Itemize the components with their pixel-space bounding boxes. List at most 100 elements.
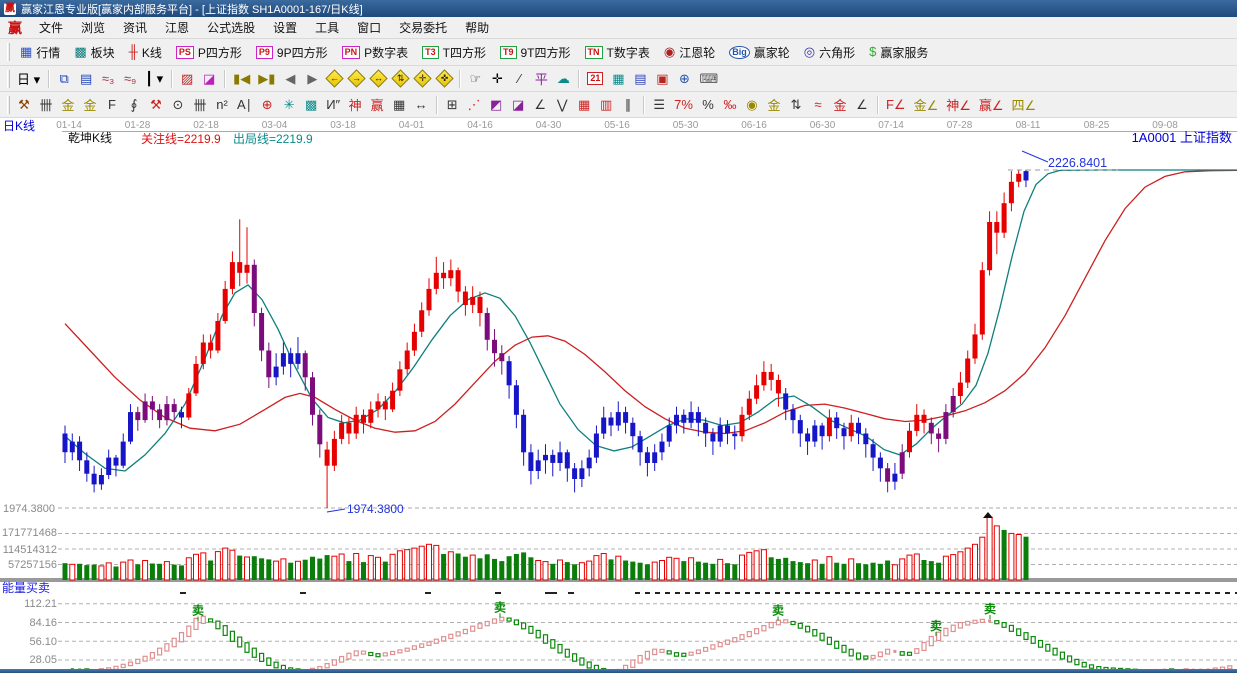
menu-item-1[interactable]: 浏览: [72, 17, 114, 38]
menu-item-2[interactable]: 资讯: [114, 17, 156, 38]
winner-wheel-button[interactable]: Big赢家轮: [722, 41, 797, 64]
red-grid-1-tool[interactable]: ▦: [573, 95, 595, 115]
menu-item-5[interactable]: 设置: [264, 17, 306, 38]
gann-box-tool[interactable]: ⊞: [441, 95, 463, 115]
f-ruler-tool[interactable]: F: [101, 95, 123, 115]
pen-updown-tool[interactable]: ⇅: [785, 95, 807, 115]
diamond-hspan-button[interactable]: ↔: [367, 69, 389, 89]
candle-style-dropdown[interactable]: ┃ ▾: [141, 69, 167, 89]
ruler-2-tool[interactable]: 卌: [189, 95, 211, 115]
info-list-icon[interactable]: ▤: [75, 69, 97, 89]
diamond-cross-button[interactable]: ✛: [411, 69, 433, 89]
sectors-button[interactable]: ▩板块: [67, 41, 121, 64]
quotes-button[interactable]: ▦行情: [13, 41, 67, 64]
price-scale-tool[interactable]: ☰: [648, 95, 670, 115]
period-day-dropdown[interactable]: 日 ▾: [13, 69, 44, 89]
fan-box-1-tool[interactable]: ◩: [485, 95, 507, 115]
angle-shen-tool[interactable]: 神∠: [942, 95, 975, 115]
nav-prev-button[interactable]: ◀: [279, 69, 301, 89]
gann-ping-tool-button[interactable]: 平: [530, 69, 552, 89]
shen-tool[interactable]: 神: [344, 95, 366, 115]
gold-circle-tool[interactable]: ◉: [741, 95, 763, 115]
menu-item-4[interactable]: 公式选股: [198, 17, 264, 38]
toolbar-grip[interactable]: [7, 70, 10, 88]
diamond-right-button[interactable]: →: [345, 69, 367, 89]
crosshair-tool-button[interactable]: ✛: [486, 69, 508, 89]
nav-first-button[interactable]: ▮◀: [229, 69, 254, 89]
diamond-expand-button[interactable]: ✜: [433, 69, 455, 89]
hexagon-button[interactable]: ◎六角形: [797, 41, 862, 64]
j-angle-tool[interactable]: ∠: [851, 95, 873, 115]
calculator-icon[interactable]: ▦: [607, 69, 629, 89]
red-gold-tool[interactable]: 金: [829, 95, 851, 115]
fan-box-2-tool[interactable]: ◪: [507, 95, 529, 115]
star-grid-tool[interactable]: ✳: [278, 95, 300, 115]
9t-square-button[interactable]: T99T四方形: [493, 41, 578, 64]
nav-last-button[interactable]: ▶▮: [254, 69, 279, 89]
symbol-label[interactable]: 1A0001 上证指数: [1132, 132, 1232, 144]
trendline-tool-button[interactable]: ∕: [508, 69, 530, 89]
red-wave-tool[interactable]: ≈: [807, 95, 829, 115]
gold-ruler-2[interactable]: 金: [79, 95, 101, 115]
p-square-button[interactable]: PSP四方形: [169, 41, 249, 64]
t-square-button[interactable]: T3T四方形: [415, 41, 493, 64]
ruler-tool[interactable]: 卌: [35, 95, 57, 115]
angle-lines-tool[interactable]: ∠: [529, 95, 551, 115]
menu-item-6[interactable]: 工具: [306, 17, 348, 38]
period-label[interactable]: 日K线: [3, 120, 35, 132]
percent-tool[interactable]: %: [697, 95, 719, 115]
grid-123-tool[interactable]: ▦: [388, 95, 410, 115]
workstation-icon[interactable]: ⌨: [695, 69, 722, 89]
nav-next-button[interactable]: ▶: [301, 69, 323, 89]
save-icon[interactable]: ▣: [651, 69, 673, 89]
toolbar-grip[interactable]: [7, 43, 10, 61]
winner-service-button[interactable]: $赢家服务: [862, 41, 935, 64]
gann-wheel-button[interactable]: ◉江恩轮: [657, 41, 722, 64]
v-lines-tool[interactable]: ⋁: [551, 95, 573, 115]
target-tool[interactable]: ⊕: [256, 95, 278, 115]
permille-tool[interactable]: ‰: [719, 95, 741, 115]
slash-lines-tool[interactable]: ∥: [617, 95, 639, 115]
angle-si-tool[interactable]: 四∠: [1008, 95, 1041, 115]
n-square-tool[interactable]: n²: [211, 95, 233, 115]
fan-lines-tool[interactable]: ⋰: [463, 95, 485, 115]
hand-tool-button[interactable]: ☞: [464, 69, 486, 89]
title-bar[interactable]: 赢 赢家江恩专业版[赢家内部服务平台] - [上证指数 SH1A0001-167…: [0, 0, 1237, 17]
notes-icon[interactable]: ▤: [629, 69, 651, 89]
seven-pct-tool[interactable]: 7%: [670, 95, 697, 115]
wave-3-icon[interactable]: ≈₃: [97, 69, 119, 89]
angle-f-tool[interactable]: F∠: [882, 95, 910, 115]
diamond-left-button[interactable]: ←: [323, 69, 345, 89]
web-icon[interactable]: ⊕: [673, 69, 695, 89]
cloud-tool-button[interactable]: ☁: [552, 69, 574, 89]
a-measure-tool[interactable]: A∣: [233, 95, 256, 115]
kline-button[interactable]: ╫K线: [122, 41, 169, 64]
spiral-tool[interactable]: ∮: [123, 95, 145, 115]
width-tool[interactable]: ↔: [410, 95, 432, 115]
grid-target-tool[interactable]: ▩: [300, 95, 322, 115]
menu-item-3[interactable]: 江恩: [156, 17, 198, 38]
region-map-icon[interactable]: ▨: [176, 69, 198, 89]
angle-ying-tool[interactable]: 赢∠: [975, 95, 1008, 115]
red-grid-2-tool[interactable]: ▥: [595, 95, 617, 115]
p-table-button[interactable]: PNP数字表: [335, 41, 416, 64]
9p-square-button[interactable]: P99P四方形: [249, 41, 335, 64]
wave-9-icon[interactable]: ≈₉: [119, 69, 141, 89]
n-quote-tool[interactable]: И″: [322, 95, 344, 115]
menu-item-0[interactable]: 文件: [30, 17, 72, 38]
histogram-icon[interactable]: ◪: [198, 69, 220, 89]
angle-gold-tool[interactable]: 金∠: [910, 95, 943, 115]
t-table-button[interactable]: TNT数字表: [578, 41, 657, 64]
zoom-area-icon[interactable]: ⧉: [53, 69, 75, 89]
clock-cycle-tool[interactable]: ⊙: [167, 95, 189, 115]
gold-line-tool[interactable]: 金: [763, 95, 785, 115]
red-axe-tool[interactable]: ⚒: [145, 95, 167, 115]
calendar-21-icon[interactable]: 21: [583, 69, 607, 89]
diamond-vspan-button[interactable]: ⇅: [389, 69, 411, 89]
chart-canvas[interactable]: 01-1401-2802-1803-0403-1804-0104-1604-30…: [0, 118, 1237, 673]
toolbar-grip[interactable]: [7, 96, 10, 114]
energy-indicator-label[interactable]: 能量买卖: [2, 582, 50, 594]
gold-ruler-1[interactable]: 金: [57, 95, 79, 115]
menu-item-8[interactable]: 交易委托: [390, 17, 456, 38]
axe-tool[interactable]: ⚒: [13, 95, 35, 115]
